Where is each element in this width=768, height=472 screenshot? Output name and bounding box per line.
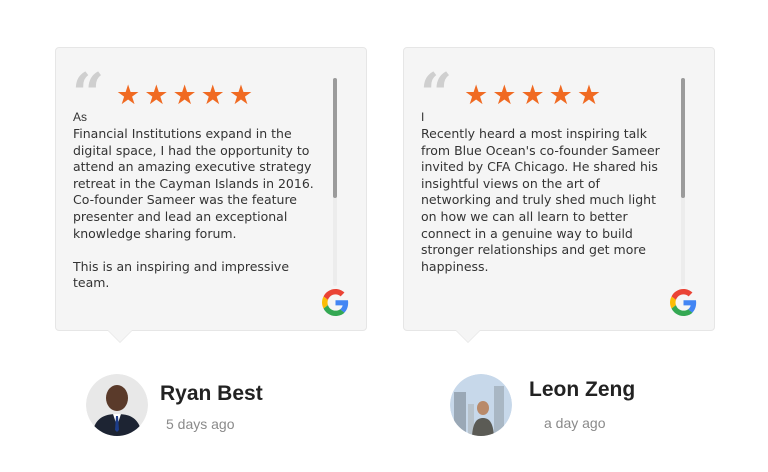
review-card-2: “ ★ ★ ★ ★ ★ I Recently heard a most insp… [403,47,715,343]
review-scrollbar[interactable] [333,78,337,286]
reviewer-name[interactable]: Ryan Best [160,382,263,406]
quote-icon: “ [420,66,453,106]
review-snippet: I [421,110,425,124]
star-icon: ★ [116,80,141,110]
star-icon: ★ [548,80,573,110]
review-card-1: “ ★ ★ ★ ★ ★ As Financial Institutions ex… [55,47,367,343]
scroll-thumb[interactable] [333,78,337,198]
star-icon: ★ [172,80,197,110]
card-pointer [456,330,480,342]
avatar[interactable] [450,374,512,436]
star-rating: ★ ★ ★ ★ ★ [464,82,601,109]
star-icon: ★ [464,80,489,110]
star-icon: ★ [520,80,545,110]
star-icon: ★ [576,80,602,110]
star-icon: ★ [492,80,517,110]
review-text: Financial Institutions expand in the dig… [73,126,314,291]
review-scrollbar[interactable] [681,78,685,286]
avatar[interactable] [86,374,148,436]
review-snippet: As [73,110,88,124]
reviewer-name[interactable]: Leon Zeng [529,378,635,402]
star-rating: ★ ★ ★ ★ ★ [116,82,253,109]
google-g-icon[interactable] [322,289,349,316]
quote-icon: “ [72,66,105,106]
star-icon: ★ [200,80,225,110]
scroll-thumb[interactable] [681,78,685,198]
card-pointer [108,330,132,342]
review-time: a day ago [544,415,606,431]
google-g-icon[interactable] [670,289,697,316]
star-icon: ★ [228,80,254,110]
star-icon: ★ [144,80,169,110]
review-time: 5 days ago [166,416,235,432]
review-text: Recently heard a most inspiring talk fro… [421,126,660,274]
